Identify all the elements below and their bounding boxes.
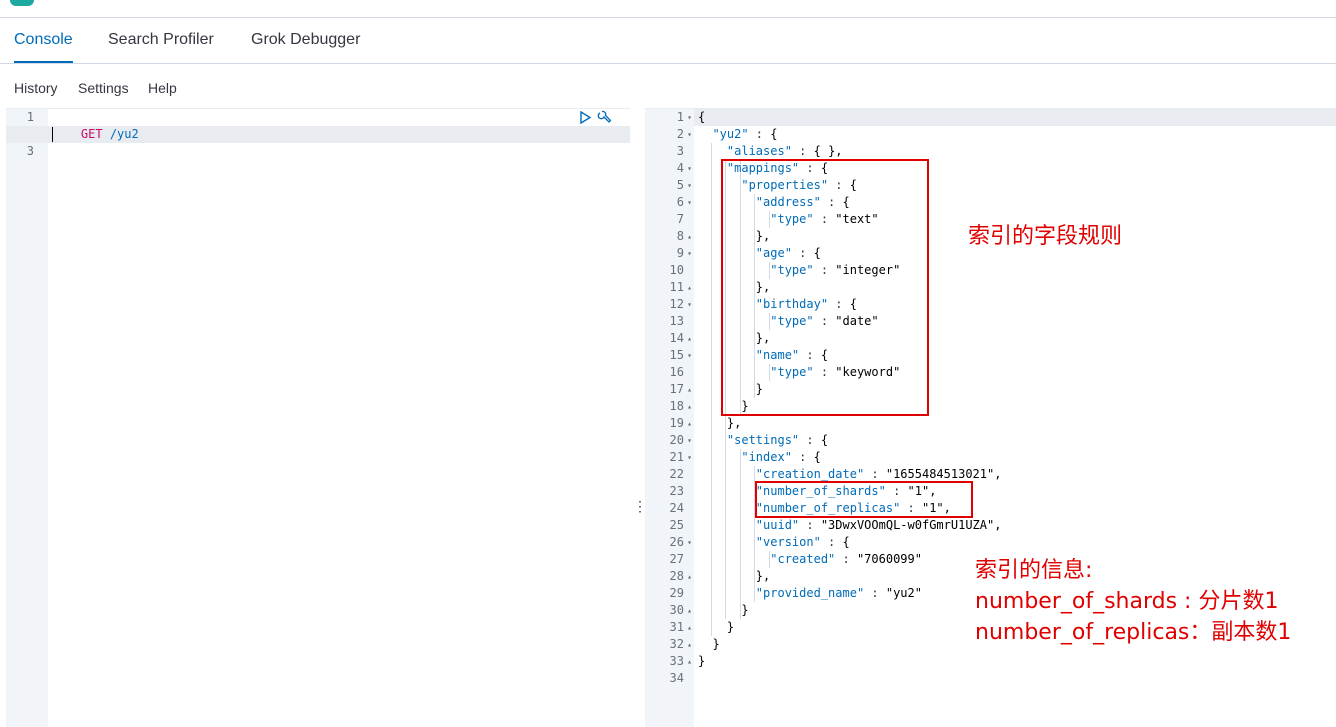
app-logo-icon[interactable] [10,0,34,6]
fold-open-icon[interactable]: ▾ [687,432,692,449]
line-number: 10 [669,263,684,277]
line-number: 11 [669,280,684,294]
line-number: 6 [676,195,684,209]
line-number: 34 [669,671,684,685]
line-number: 17 [669,382,684,396]
response-line: "version" : { [755,535,850,549]
line-number: 7 [676,212,684,226]
fold-open-icon[interactable]: ▾ [687,109,692,126]
line-number: 33 [669,654,684,668]
line-number: 12 [669,297,684,311]
fold-close-icon[interactable]: ▴ [687,568,692,585]
menu-help[interactable]: Help [148,80,177,96]
line-number: 21 [669,450,684,464]
wrench-icon[interactable] [597,110,613,125]
top-bar [0,0,1336,18]
info-annotation-title: 索引的信息: [975,558,1093,583]
line-number: 26 [669,535,684,549]
fold-close-icon[interactable]: ▴ [687,602,692,619]
line-number: 32 [669,637,684,651]
fold-close-icon[interactable]: ▴ [687,330,692,347]
line-number: 24 [669,501,684,515]
dev-tools-tabs: Console Search Profiler Grok Debugger [0,18,1336,64]
response-line: } [698,654,706,668]
line-number: 15 [669,348,684,362]
mappings-annotation: 索引的字段规则 [968,224,1123,249]
response-gutter: 1 ▾ 2 ▾ 3 4 ▾ 5 ▾ 6 ▾ 7 8 ▴ 9 ▾ 10 11 ▴ 12 ▾ 13 14 ▴ 15 ▾ 16 17 ▴ 18 ▴… [645,109,694,727]
menu-history[interactable]: History [14,80,58,96]
line-number: 5 [676,178,684,192]
line-number: 3 [676,144,684,158]
play-icon[interactable] [579,111,592,124]
line-number: 14 [669,331,684,345]
request-editor[interactable]: 1 2 3 GET /yu2 [6,108,630,727]
fold-close-icon[interactable]: ▴ [687,636,692,653]
line-number: 3 [26,144,34,158]
line-number: 2 [676,127,684,141]
line-number: 4 [676,161,684,175]
line-number: 8 [676,229,684,243]
line-number: 9 [676,246,684,260]
line-number: 23 [669,484,684,498]
line-number: 1 [26,110,34,124]
fold-open-icon[interactable]: ▾ [687,449,692,466]
response-line: }, [698,569,771,583]
info-annotation-shards: number_of_shards : 分片数1 [975,589,1279,614]
response-line: } [698,603,749,617]
line-number: 30 [669,603,684,617]
fold-close-icon[interactable]: ▴ [687,279,692,296]
response-line: "yu2" : { [712,127,778,141]
fold-close-icon[interactable]: ▴ [687,398,692,415]
fold-open-icon[interactable]: ▾ [687,534,692,551]
tab-console[interactable]: Console [14,18,73,63]
resize-handle[interactable]: ⋮ [633,498,647,514]
fold-open-icon[interactable]: ▾ [687,347,692,364]
line-number: 18 [669,399,684,413]
shards-replicas-highlight-box [755,481,973,518]
line-number: 28 [669,569,684,583]
request-method: GET [80,127,103,141]
fold-close-icon[interactable]: ▴ [687,415,692,432]
line-number: 19 [669,416,684,430]
line-number: 1 [676,110,684,124]
line-number: 29 [669,586,684,600]
fold-open-icon[interactable]: ▾ [687,296,692,313]
response-line: "settings" : { [726,433,829,447]
response-line: "uuid" : "3DwxVOOmQL-w0fGmrU1UZA", [755,518,1002,532]
tab-grok-debugger[interactable]: Grok Debugger [251,18,360,63]
info-annotation-replicas: number_of_replicas：副本数1 [975,620,1292,645]
response-line: "created" : "7060099" [770,552,922,566]
active-line-highlight [694,109,1336,126]
fold-close-icon[interactable]: ▴ [687,619,692,636]
response-line: "provided_name" : "yu2" [755,586,922,600]
response-line: } [698,620,735,634]
line-number: 13 [669,314,684,328]
fold-open-icon[interactable]: ▾ [687,160,692,177]
response-line: } [698,637,720,651]
text-cursor [52,127,53,142]
tab-search-profiler[interactable]: Search Profiler [108,18,214,63]
response-line: "index" : { [741,450,821,464]
line-number: 27 [669,552,684,566]
fold-close-icon[interactable]: ▴ [687,228,692,245]
response-line: }, [698,416,742,430]
menu-settings[interactable]: Settings [78,80,129,96]
response-line: "aliases" : { }, [726,144,843,158]
line-number: 20 [669,433,684,447]
fold-close-icon[interactable]: ▴ [687,653,692,670]
line-number: 25 [669,518,684,532]
fold-open-icon[interactable]: ▾ [687,194,692,211]
fold-open-icon[interactable]: ▾ [687,177,692,194]
line-number: 16 [669,365,684,379]
fold-open-icon[interactable]: ▾ [687,126,692,143]
fold-close-icon[interactable]: ▴ [687,381,692,398]
response-line: { [698,110,706,124]
request-path: /yu2 [109,127,139,141]
mappings-highlight-box [721,159,929,416]
request-line[interactable]: GET /yu2 [52,109,139,141]
request-gutter: 1 2 3 [6,109,48,727]
line-number: 22 [669,467,684,481]
fold-open-icon[interactable]: ▾ [687,245,692,262]
line-number: 31 [669,620,684,634]
